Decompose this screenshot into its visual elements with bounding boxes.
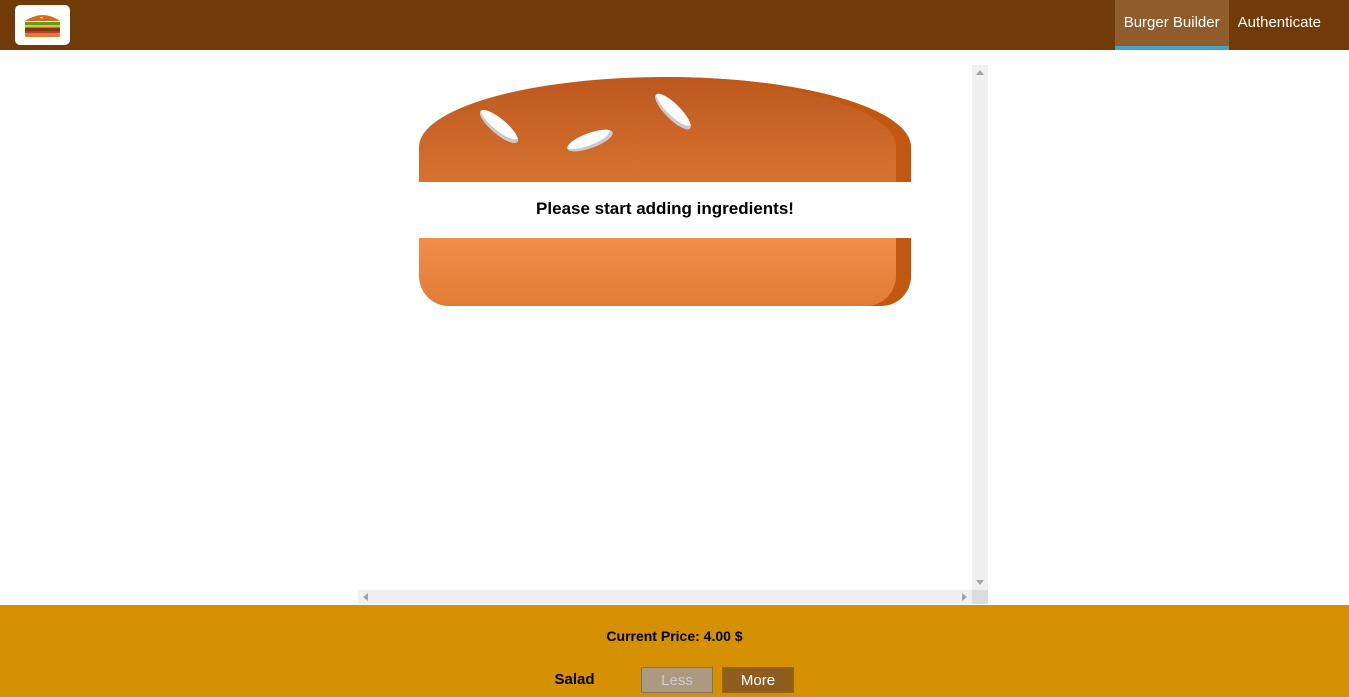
scroll-down-icon[interactable] — [976, 580, 984, 585]
build-control-salad: Salad Less More — [537, 667, 837, 693]
scroll-left-icon[interactable] — [363, 593, 368, 601]
less-button[interactable]: Less — [641, 667, 713, 693]
current-price: Current Price: 4.00 $ — [606, 628, 743, 644]
bread-bottom — [419, 238, 911, 306]
scroll-right-icon[interactable] — [962, 593, 967, 601]
build-controls: Current Price: 4.00 $ Salad Less More — [0, 605, 1349, 697]
burger-logo-icon — [25, 13, 60, 37]
build-control-label: Salad — [554, 671, 595, 688]
vertical-scrollbar[interactable] — [972, 65, 988, 590]
sesame-seed — [475, 105, 523, 148]
sesame-seed — [564, 125, 616, 156]
burger-viewport: Please start adding ingredients! — [358, 65, 988, 604]
nav-burger-builder[interactable]: Burger Builder — [1114, 0, 1229, 50]
more-button[interactable]: More — [722, 667, 794, 693]
nav-authenticate[interactable]: Authenticate — [1229, 0, 1330, 50]
navigation: Burger Builder Authenticate — [1114, 0, 1330, 50]
logo[interactable] — [15, 5, 70, 45]
empty-burger-message: Please start adding ingredients! — [419, 182, 911, 238]
horizontal-scrollbar[interactable] — [358, 590, 972, 604]
scrollbar-corner — [972, 590, 988, 604]
scroll-up-icon[interactable] — [976, 70, 984, 75]
toolbar: Burger Builder Authenticate — [0, 0, 1349, 50]
sesame-seed — [650, 89, 696, 134]
